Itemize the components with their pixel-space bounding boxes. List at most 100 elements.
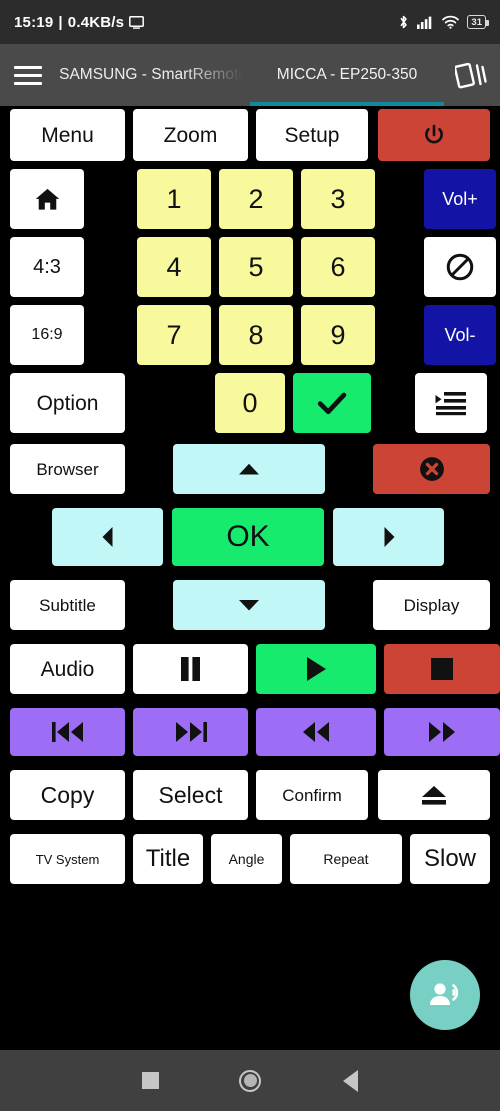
button-digit-1[interactable]: 1 xyxy=(137,169,211,229)
button-skip-next[interactable] xyxy=(133,708,248,756)
button-play[interactable] xyxy=(256,644,376,694)
button-digit-7[interactable]: 7 xyxy=(137,305,211,365)
button-rewind[interactable] xyxy=(256,708,376,756)
button-fast-forward[interactable] xyxy=(384,708,500,756)
button-arrow-down[interactable] xyxy=(173,580,325,630)
button-label: 4 xyxy=(166,251,182,282)
remote-row-7: OK xyxy=(0,504,500,570)
button-label: 4:3 xyxy=(33,256,61,278)
button-repeat[interactable]: Repeat xyxy=(290,834,402,884)
status-bar-right: 31 xyxy=(398,14,489,30)
hamburger-menu-icon[interactable] xyxy=(0,44,56,106)
button-mute[interactable] xyxy=(424,237,496,297)
button-power[interactable] xyxy=(378,109,490,161)
button-label: 5 xyxy=(248,251,264,282)
button-label: 8 xyxy=(248,319,264,350)
tab-micca-ep250-350[interactable]: MICCA - EP250-350 xyxy=(250,44,444,106)
remote-row-11: Copy Select Confirm xyxy=(0,766,500,824)
button-label: OK xyxy=(226,520,270,553)
remote-row-3: 4:3 4 5 6 xyxy=(0,236,500,298)
button-label: Vol+ xyxy=(442,189,478,209)
button-digit-0[interactable]: 0 xyxy=(215,373,285,433)
button-arrow-left[interactable] xyxy=(52,508,163,566)
button-check[interactable] xyxy=(293,373,371,433)
cancel-icon xyxy=(419,456,445,482)
button-setup[interactable]: Setup xyxy=(256,109,368,161)
button-volume-down[interactable]: Vol- xyxy=(424,305,496,365)
status-time: 15:19 xyxy=(14,13,54,31)
button-select[interactable]: Select xyxy=(133,770,248,820)
cellular-signal-icon xyxy=(417,15,434,29)
home-icon xyxy=(33,186,62,213)
button-home[interactable] xyxy=(10,169,84,229)
power-icon xyxy=(422,123,446,147)
button-label: Copy xyxy=(40,781,95,808)
tab-samsung-smartremote[interactable]: SAMSUNG - SmartRemote xyxy=(56,44,250,106)
remote-row-9: Audio xyxy=(0,640,500,698)
button-digit-8[interactable]: 8 xyxy=(219,305,293,365)
button-cancel[interactable] xyxy=(373,444,490,494)
button-digit-4[interactable]: 4 xyxy=(137,237,211,297)
battery-indicator: 31 xyxy=(467,15,489,29)
button-option[interactable]: Option xyxy=(10,373,125,433)
button-subtitle[interactable]: Subtitle xyxy=(10,580,125,630)
cards-stack-icon[interactable] xyxy=(444,44,500,106)
button-label: Title xyxy=(145,845,191,872)
button-confirm[interactable]: Confirm xyxy=(256,770,368,820)
button-label: 6 xyxy=(330,251,346,282)
button-copy[interactable]: Copy xyxy=(10,770,125,820)
status-bar-left: 15:19 | 0.4KB/s xyxy=(14,13,145,31)
pause-icon xyxy=(178,655,203,683)
button-arrow-right[interactable] xyxy=(333,508,444,566)
button-display[interactable]: Display xyxy=(373,580,490,630)
button-eject[interactable] xyxy=(378,770,490,820)
button-playlist[interactable] xyxy=(415,373,487,433)
button-digit-5[interactable]: 5 xyxy=(219,237,293,297)
button-ok[interactable]: OK xyxy=(172,508,324,566)
circle-home-icon[interactable] xyxy=(200,1050,300,1111)
button-zoom[interactable]: Zoom xyxy=(133,109,248,161)
button-pause[interactable] xyxy=(133,644,248,694)
button-browser[interactable]: Browser xyxy=(10,444,125,494)
button-angle[interactable]: Angle xyxy=(211,834,282,884)
button-label: Vol- xyxy=(444,325,476,345)
skip-previous-icon xyxy=(50,719,86,745)
arrow-down-icon xyxy=(236,597,262,613)
button-label: Menu xyxy=(41,123,94,147)
button-digit-6[interactable]: 6 xyxy=(301,237,375,297)
remote-row-6: Browser xyxy=(0,440,500,498)
button-label: Subtitle xyxy=(39,595,96,615)
play-icon xyxy=(303,655,329,683)
button-volume-up[interactable]: Vol+ xyxy=(424,169,496,229)
playlist-icon xyxy=(434,390,468,416)
button-label: Zoom xyxy=(163,123,218,147)
remote-row-1: Menu Zoom Setup xyxy=(0,108,500,162)
button-aspect-4-3[interactable]: 4:3 xyxy=(10,237,84,297)
button-arrow-up[interactable] xyxy=(173,444,325,494)
voice-command-fab[interactable] xyxy=(410,960,480,1030)
square-recents-icon[interactable] xyxy=(100,1050,200,1111)
check-icon xyxy=(317,390,347,416)
record-voice-over-icon xyxy=(427,979,463,1011)
triangle-back-icon[interactable] xyxy=(300,1050,400,1111)
remote-row-10 xyxy=(0,704,500,760)
button-audio[interactable]: Audio xyxy=(10,644,125,694)
button-label: Display xyxy=(403,595,460,615)
button-stop[interactable] xyxy=(384,644,500,694)
button-label: 16:9 xyxy=(31,326,63,343)
button-title[interactable]: Title xyxy=(133,834,203,884)
button-digit-2[interactable]: 2 xyxy=(219,169,293,229)
button-menu[interactable]: Menu xyxy=(10,109,125,161)
button-digit-9[interactable]: 9 xyxy=(301,305,375,365)
button-digit-3[interactable]: 3 xyxy=(301,169,375,229)
bluetooth-icon xyxy=(398,14,409,30)
button-skip-previous[interactable] xyxy=(10,708,125,756)
status-bar: 15:19 | 0.4KB/s 31 xyxy=(0,0,500,44)
button-label: 9 xyxy=(330,319,346,350)
button-label: Confirm xyxy=(282,785,342,805)
remote-row-4: 16:9 7 8 9 Vol- xyxy=(0,304,500,366)
button-tv-system[interactable]: TV System xyxy=(10,834,125,884)
button-label: Select xyxy=(158,781,223,808)
button-slow[interactable]: Slow xyxy=(410,834,490,884)
button-aspect-16-9[interactable]: 16:9 xyxy=(10,305,84,365)
